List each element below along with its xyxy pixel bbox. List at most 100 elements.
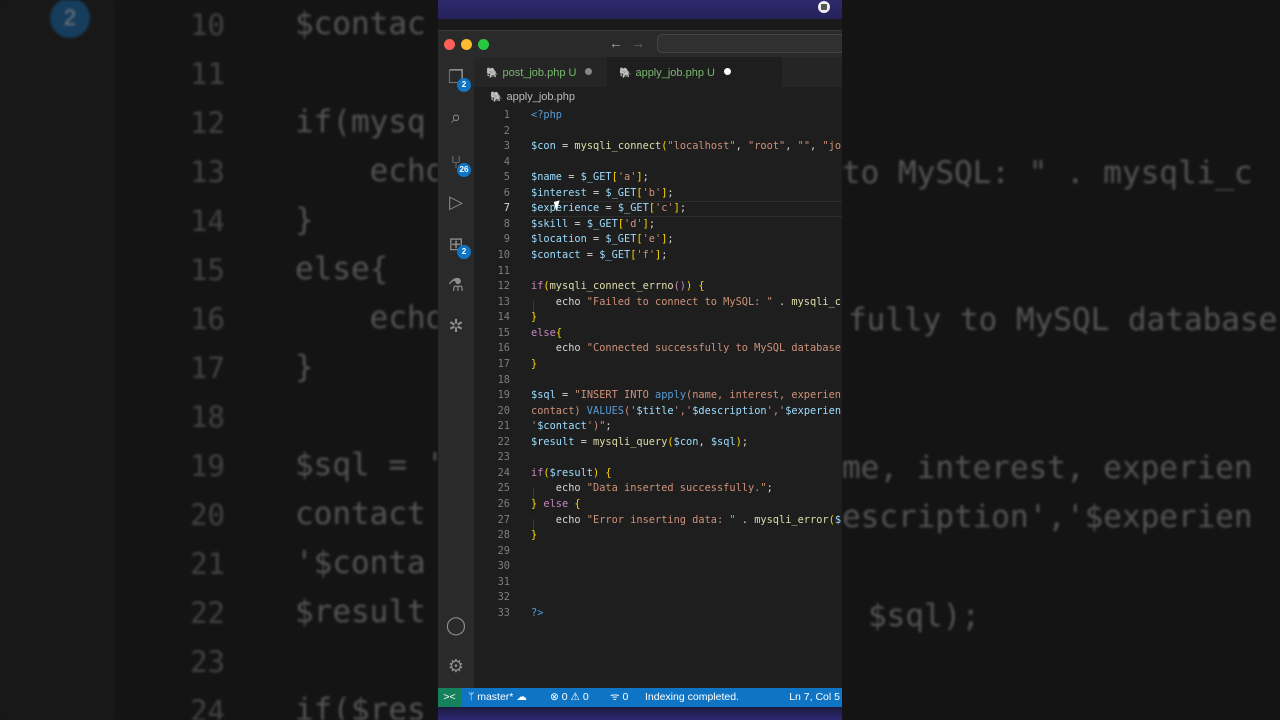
line-number: 2 <box>503 124 510 137</box>
code-token: { <box>568 498 581 510</box>
code-token: . <box>772 295 792 308</box>
testing-icon[interactable]: ⚗ <box>444 273 468 297</box>
source-control-icon[interactable]: ⑂ 26 <box>444 150 471 177</box>
code-line: if($result) { <box>531 466 612 482</box>
line-number: 30 <box>497 560 510 573</box>
code-line: $con = mysqli_connect("localhost", "root… <box>531 139 841 155</box>
blurred-code-line: if(mysq <box>295 104 426 140</box>
badge: 2 <box>457 78 471 92</box>
code-token: mysqli_error <box>754 513 829 526</box>
cursor-position[interactable]: Ln 7, Col 5 <box>789 688 840 707</box>
code-token: ) <box>686 280 699 293</box>
code-token: = <box>580 249 600 262</box>
broadcast-icon: ᯤ <box>610 691 623 703</box>
account-icon[interactable]: ◯ <box>444 613 468 637</box>
blurred-code-line: $contac <box>295 6 426 42</box>
minimize-window-button[interactable] <box>461 39 472 50</box>
blurred-code-line: if($res <box>295 692 426 720</box>
code-token: else <box>543 498 569 510</box>
search-icon[interactable]: ⌕ <box>444 105 468 129</box>
close-window-button[interactable] <box>444 39 455 50</box>
code-token: $contact <box>531 249 581 262</box>
code-line: contact) VALUES('$title','$description',… <box>531 404 841 420</box>
code-token: $sql <box>531 389 556 402</box>
code-token: ; <box>667 186 674 199</box>
extensions-icon[interactable]: ⊞ 2 <box>444 232 471 259</box>
run-debug-icon[interactable]: ▷ <box>444 190 468 214</box>
blurred-code-line: $sql); <box>868 598 980 634</box>
code-token: "root" <box>748 140 786 153</box>
code-token: { <box>698 280 705 293</box>
blurred-code-line: to MySQL: " . mysqli_c <box>842 155 1253 191</box>
tab-status: U <box>707 67 715 79</box>
problems-indicator[interactable]: ⊗ 0 ⚠ 0 <box>550 688 589 707</box>
settings-icon[interactable]: ⚙ <box>444 654 468 678</box>
code-token: . <box>735 513 755 526</box>
code-token: { <box>605 466 612 479</box>
code-editor[interactable]: 1 <?php 2 3 $con = mysqli_connect("localhost… <box>474 107 842 688</box>
code-token: $con <box>673 435 699 448</box>
blurred-background-left: 2 10 $contac 11 12 if(mysq 13 echo 14} 15 else{1… <box>0 0 438 720</box>
line-number: 6 <box>503 186 510 199</box>
code-token: $location <box>531 233 587 246</box>
line-number: 9 <box>503 233 510 246</box>
line-number: 23 <box>497 451 510 464</box>
remote-indicator[interactable]: >< <box>438 688 461 707</box>
activity-bar: ❐ 2 ⌕ ⑂ 26 ▷ ⊞ 2 ⚗ ✲ ◯ ⚙ <box>438 57 474 688</box>
python-icon[interactable]: ✲ <box>444 314 468 338</box>
vscode-window: ← → ⌕ apps ❐2⌕⑂26▷⊞2⚗✲◯⚙ 🐘post_job.php U… <box>438 0 842 720</box>
code-token: } <box>531 529 538 542</box>
screen-bottom-bar <box>438 707 842 720</box>
php-icon: 🐘 <box>490 92 503 103</box>
python-glyph: ✲ <box>448 316 464 336</box>
line-number: 27 <box>497 513 510 526</box>
blurred-code-line: '$conta <box>295 545 426 581</box>
record-stop-icon[interactable] <box>818 1 830 13</box>
ports-indicator[interactable]: ᯤ 0 <box>610 688 628 707</box>
code-token: ',' <box>766 404 786 417</box>
code-token: if <box>531 466 544 479</box>
code-line: } <box>531 528 537 544</box>
tab-label: post_job.php <box>502 67 566 79</box>
code-line: $contact = $_GET['f']; <box>531 248 667 264</box>
code-token: ; <box>741 435 749 448</box>
breadcrumb[interactable]: 🐘 apply_job.php <box>490 91 575 103</box>
command-center-search[interactable]: ⌕ apps <box>657 34 842 53</box>
code-token: ; <box>661 249 668 262</box>
code-token: $name <box>531 171 562 184</box>
forward-arrow-icon[interactable]: → <box>631 35 645 51</box>
code-line: echo "Error inserting data: " . mysqli_e… <box>531 513 841 529</box>
blurred-line-number: 22 <box>190 596 225 630</box>
blurred-code-line: $sql = ' <box>295 447 438 483</box>
code-token: { <box>555 326 563 339</box>
back-arrow-icon[interactable]: ← <box>609 35 623 51</box>
branch-indicator[interactable]: ᛘ master* ☁ <box>468 688 527 707</box>
blurred-code-line: contact <box>295 496 426 532</box>
account-glyph: ◯ <box>445 615 467 635</box>
code-token: "Data inserted successfully." <box>586 482 767 495</box>
line-number: 19 <box>497 389 510 402</box>
explorer-icon[interactable]: ❐ 2 <box>444 65 471 92</box>
code-token: ; <box>679 202 687 215</box>
code-token: $interest <box>531 186 587 199</box>
unsaved-dot-icon <box>585 68 593 75</box>
blurred-line-number: 10 <box>190 8 225 42</box>
code-line: <?php <box>531 108 562 124</box>
code-token: = <box>574 435 594 448</box>
run-debug-glyph: ▷ <box>449 192 463 212</box>
error-count: 0 <box>561 691 568 703</box>
code-token: 'a' <box>617 171 637 184</box>
line-number: 1 <box>503 109 510 121</box>
code-token: ; <box>642 171 649 184</box>
code-token: $_GET <box>599 249 631 262</box>
tab-apply-job[interactable]: 🐘 apply_job.php U <box>607 57 782 87</box>
maximize-window-button[interactable] <box>478 39 489 50</box>
code-token: $_GET <box>586 217 618 230</box>
code-token: mysqli_connect <box>574 140 662 153</box>
code-token: $title <box>636 404 674 417</box>
code-line: if(mysqli_connect_errno()) { <box>531 279 705 295</box>
line-number: 18 <box>497 373 510 386</box>
blurred-code-line: } <box>295 202 314 238</box>
tab-post-job[interactable]: 🐘 post_job.php U <box>474 57 607 87</box>
code-token: apply <box>655 389 687 402</box>
